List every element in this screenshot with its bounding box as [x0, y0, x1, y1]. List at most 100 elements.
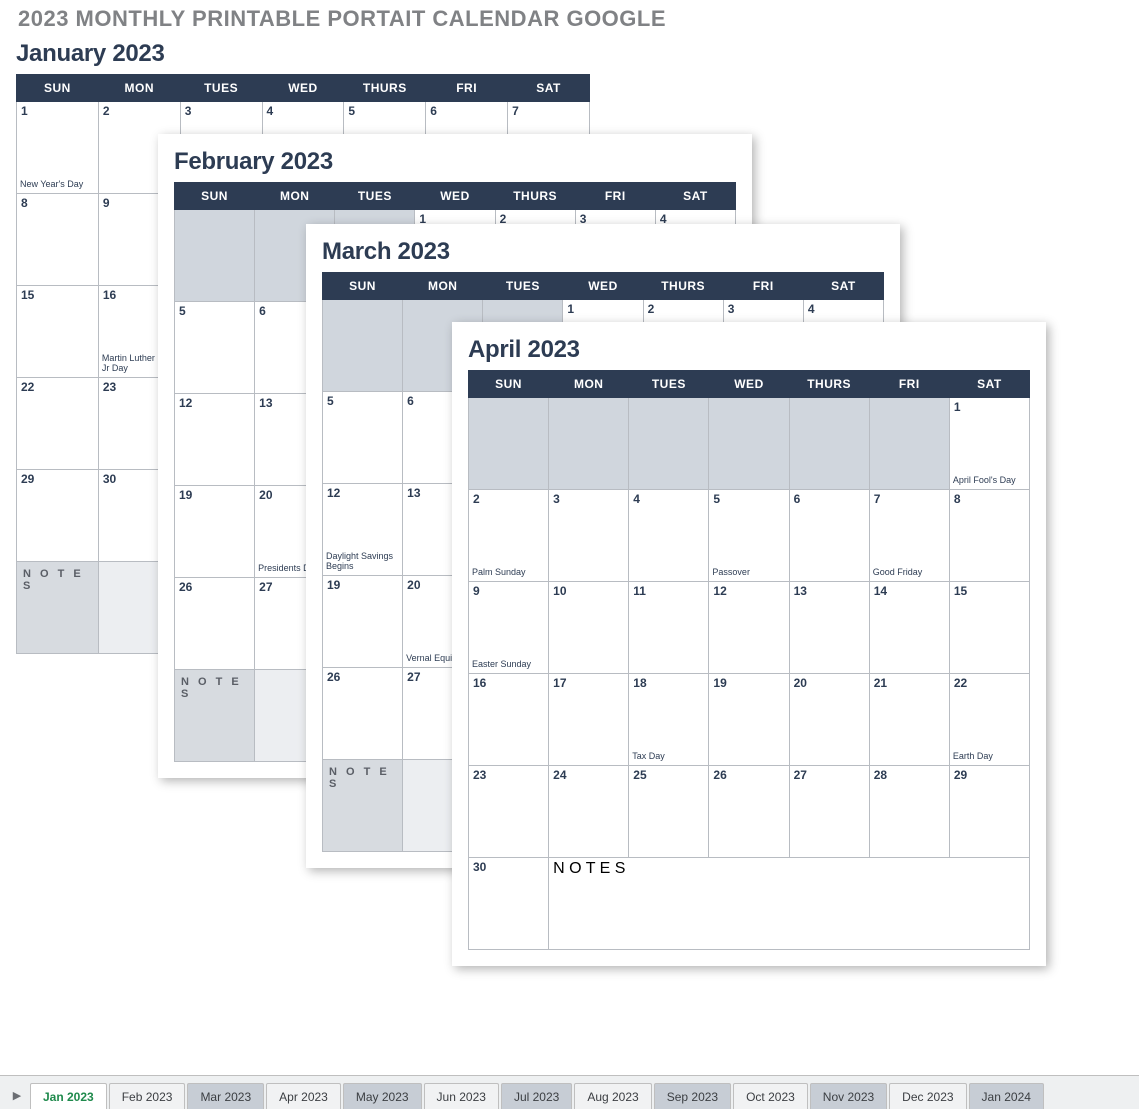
day-cell[interactable]: 4 [629, 490, 709, 582]
sheet-april: April 2023 SUNMONTUESWEDTHURSFRISAT1April… [452, 322, 1046, 966]
day-cell[interactable]: 10 [549, 582, 629, 674]
dow-header: WED [415, 183, 495, 210]
day-cell[interactable]: 1New Year's Day [17, 102, 99, 194]
sheet-tab[interactable]: Jul 2023 [501, 1083, 572, 1109]
day-number: 22 [954, 676, 1025, 690]
sheet-tab[interactable]: Apr 2023 [266, 1083, 341, 1109]
day-number: 8 [21, 196, 94, 210]
day-cell[interactable]: 3 [549, 490, 629, 582]
sheet-tab[interactable]: Jan 2024 [969, 1083, 1044, 1109]
day-cell[interactable]: 14 [869, 582, 949, 674]
calendar-stack: January 2023SUNMONTUESWEDTHURSFRISAT1New… [0, 0, 1139, 1071]
day-number: 7 [512, 104, 585, 118]
day-cell[interactable]: 19 [323, 576, 403, 668]
day-cell[interactable] [323, 300, 403, 392]
sheet-tab[interactable]: Nov 2023 [810, 1083, 887, 1109]
day-cell[interactable]: 5 [175, 302, 255, 394]
day-cell[interactable] [789, 398, 869, 490]
day-cell[interactable]: 27 [789, 766, 869, 858]
day-cell[interactable]: 11 [629, 582, 709, 674]
day-number: 19 [327, 578, 398, 592]
day-number: 12 [327, 486, 398, 500]
day-cell[interactable]: 22 Earth Day [949, 674, 1029, 766]
sheet-tab[interactable]: Oct 2023 [733, 1083, 808, 1109]
day-cell[interactable] [869, 398, 949, 490]
day-cell[interactable] [629, 398, 709, 490]
day-number: 19 [179, 488, 250, 502]
calendar-grid: SUNMONTUESWEDTHURSFRISAT1April Fool's Da… [468, 370, 1030, 950]
day-cell[interactable]: 13 [789, 582, 869, 674]
day-cell[interactable]: 1April Fool's Day [949, 398, 1029, 490]
day-cell[interactable]: 12 [175, 394, 255, 486]
day-cell[interactable]: 28 [869, 766, 949, 858]
event-label: Easter Sunday [472, 660, 545, 670]
dow-header: SUN [469, 371, 549, 398]
day-cell[interactable]: 5Passover [709, 490, 789, 582]
day-cell[interactable]: 29 [17, 470, 99, 562]
day-cell[interactable]: 19 [175, 486, 255, 578]
day-cell[interactable]: 24 [549, 766, 629, 858]
day-cell[interactable]: 15 [949, 582, 1029, 674]
day-cell[interactable] [709, 398, 789, 490]
sheet-tab[interactable]: Mar 2023 [187, 1083, 264, 1109]
day-cell[interactable]: 26 [323, 668, 403, 760]
day-number: 3 [185, 104, 258, 118]
day-number: 2 [103, 104, 176, 118]
day-cell[interactable] [549, 398, 629, 490]
day-number: 26 [179, 580, 250, 594]
sheet-tab[interactable]: May 2023 [343, 1083, 422, 1109]
sheet-tab[interactable]: Jun 2023 [424, 1083, 499, 1109]
day-cell[interactable]: 12Daylight Savings Begins [323, 484, 403, 576]
day-number: 26 [327, 670, 398, 684]
day-cell[interactable]: 21 [869, 674, 949, 766]
day-number: 5 [713, 492, 784, 506]
tab-nav-icon[interactable]: ▶ [4, 1081, 30, 1109]
day-number: 24 [553, 768, 624, 782]
sheet-tab[interactable]: Dec 2023 [889, 1083, 966, 1109]
day-cell[interactable]: 12 [709, 582, 789, 674]
day-cell[interactable]: 8 [17, 194, 99, 286]
day-cell[interactable]: 25 [629, 766, 709, 858]
day-cell[interactable]: 15 [17, 286, 99, 378]
dow-header: FRI [723, 273, 803, 300]
day-cell[interactable]: 19 [709, 674, 789, 766]
day-number: 29 [954, 768, 1025, 782]
day-number: 12 [179, 396, 250, 410]
sheet-tab[interactable]: Sep 2023 [654, 1083, 731, 1109]
day-cell[interactable]: 29 [949, 766, 1029, 858]
day-cell[interactable] [469, 398, 549, 490]
day-number: 17 [553, 676, 624, 690]
sheet-tab[interactable]: Aug 2023 [574, 1083, 651, 1109]
day-number: 10 [553, 584, 624, 598]
day-number: 23 [473, 768, 544, 782]
event-label: Earth Day [953, 752, 1026, 762]
sheet-tab[interactable]: Jan 2023 [30, 1083, 107, 1109]
day-cell[interactable]: 23 [469, 766, 549, 858]
day-number: 5 [348, 104, 421, 118]
day-cell[interactable]: 9Easter Sunday [469, 582, 549, 674]
day-cell[interactable]: 7Good Friday [869, 490, 949, 582]
day-number: 1 [567, 302, 638, 316]
dow-header: SUN [17, 75, 99, 102]
day-number: 5 [327, 394, 398, 408]
day-cell[interactable]: 26 [709, 766, 789, 858]
day-cell[interactable]: 18Tax Day [629, 674, 709, 766]
day-cell[interactable]: 8 [949, 490, 1029, 582]
day-cell[interactable]: 5 [323, 392, 403, 484]
day-cell[interactable]: 6 [789, 490, 869, 582]
day-number: 4 [808, 302, 879, 316]
day-number: 6 [430, 104, 503, 118]
day-cell[interactable]: 26 [175, 578, 255, 670]
day-cell[interactable]: 17 [549, 674, 629, 766]
sheet-tab[interactable]: Feb 2023 [109, 1083, 186, 1109]
day-cell[interactable]: 2Palm Sunday [469, 490, 549, 582]
event-label: Palm Sunday [472, 568, 545, 578]
day-cell[interactable]: 22 [17, 378, 99, 470]
day-cell[interactable]: 20 [789, 674, 869, 766]
dow-header: SUN [323, 273, 403, 300]
day-cell[interactable] [175, 210, 255, 302]
day-cell[interactable]: 16 [469, 674, 549, 766]
day-cell[interactable]: 30 [469, 858, 549, 950]
dow-header: FRI [575, 183, 655, 210]
month-title: April 2023 [468, 336, 1030, 364]
